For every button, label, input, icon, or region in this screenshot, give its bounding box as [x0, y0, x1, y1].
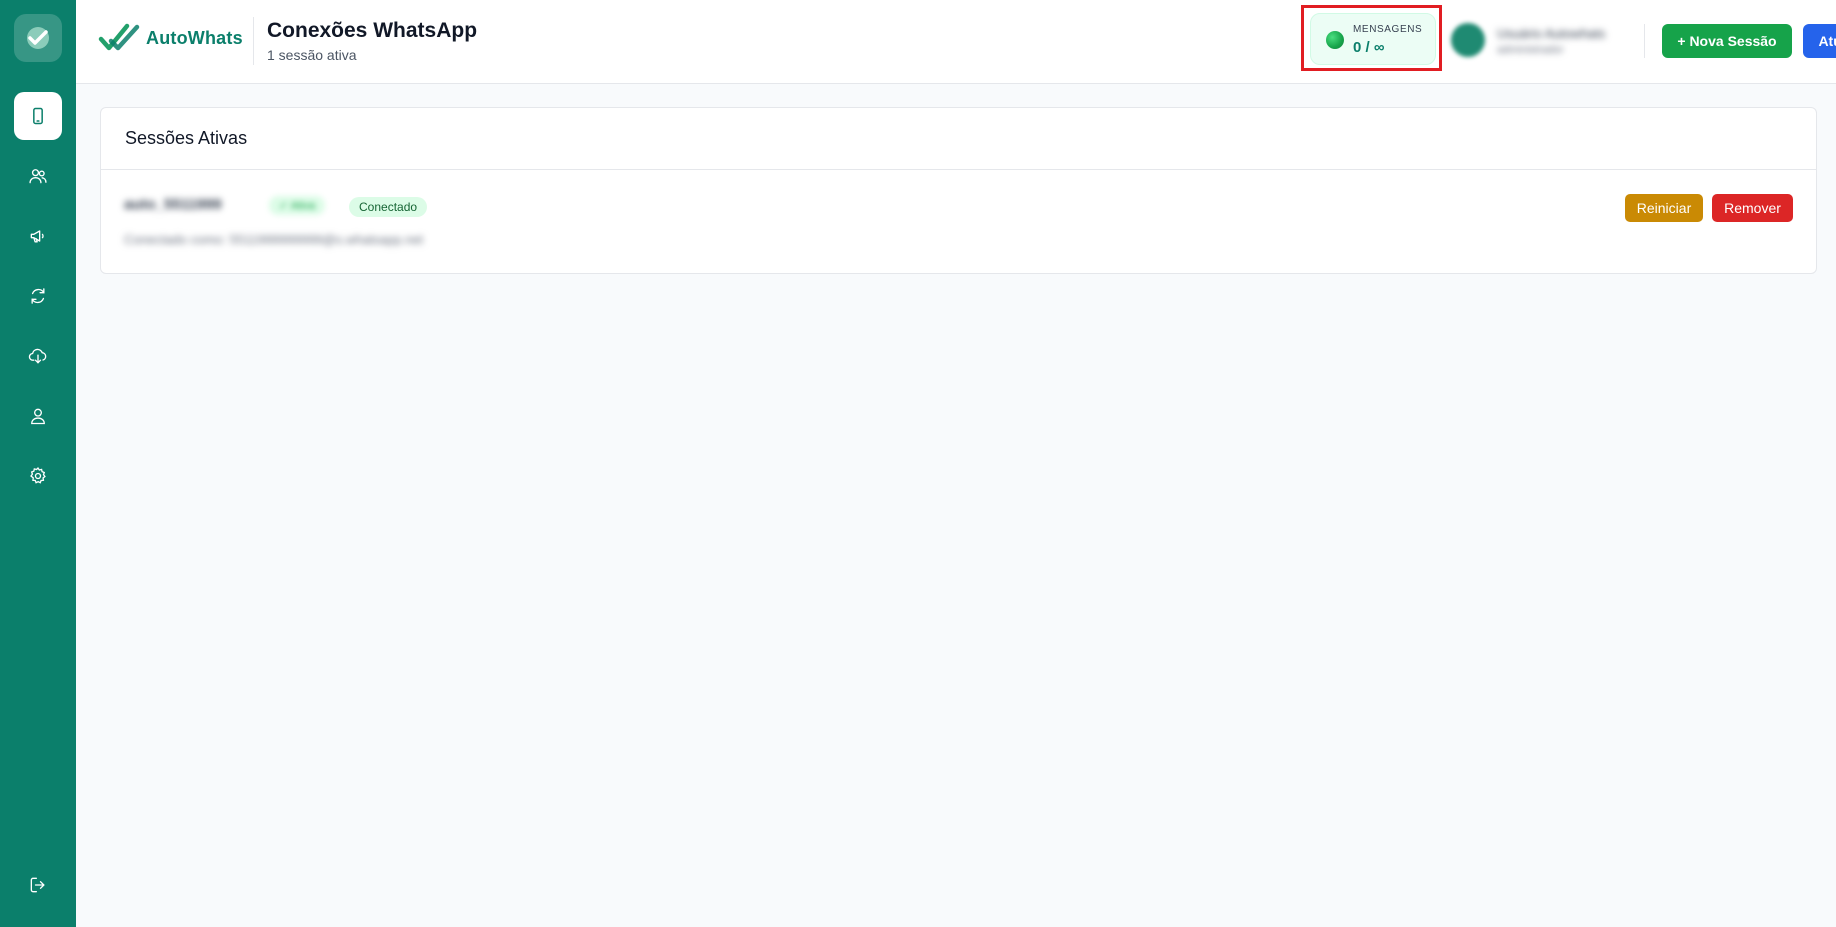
status-badge: Conectado: [349, 197, 428, 217]
megaphone-icon: [30, 230, 44, 243]
brand-logo[interactable]: AutoWhats: [98, 22, 243, 54]
avatar[interactable]: [1451, 23, 1485, 57]
users-icon: [29, 169, 47, 184]
sidebar: [0, 0, 76, 927]
user-name: Usuário Autowhats: [1497, 26, 1606, 41]
sidebar-item-campaigns[interactable]: [14, 212, 62, 260]
sessions-card: Sessões Ativas auto_5511999 ✓ Ativa Cone…: [100, 107, 1817, 274]
sidebar-item-backup[interactable]: [14, 332, 62, 380]
session-tag: ✓ Ativa: [269, 196, 326, 215]
phone-icon: [33, 107, 43, 125]
sidebar-item-profile[interactable]: [14, 392, 62, 440]
brand-name: AutoWhats: [146, 27, 243, 48]
user-role: administrador: [1497, 44, 1564, 56]
app-logo[interactable]: [14, 14, 62, 62]
user-icon: [31, 408, 45, 425]
logout-button[interactable]: [14, 861, 62, 909]
highlight-box: [1301, 5, 1442, 71]
header-separator: [1644, 24, 1645, 58]
sidebar-nav: [14, 92, 62, 500]
gear-icon: [30, 467, 46, 484]
session-name: auto_5511999: [124, 196, 222, 213]
cloud-download-icon: [28, 348, 47, 364]
sidebar-item-contacts[interactable]: [14, 152, 62, 200]
refresh-button[interactable]: Atualizar: [1803, 24, 1836, 58]
card-divider: [101, 169, 1816, 170]
remove-button[interactable]: Remover: [1712, 194, 1793, 222]
restart-button[interactable]: Reiniciar: [1625, 194, 1703, 222]
new-session-button[interactable]: + Nova Sessão: [1662, 24, 1792, 58]
page-subtitle: 1 sessão ativa: [267, 47, 357, 63]
page-title: Conexões WhatsApp: [267, 19, 478, 42]
sidebar-item-sync[interactable]: [14, 272, 62, 320]
sidebar-item-connections[interactable]: [14, 92, 62, 140]
top-header: AutoWhats Conexões WhatsApp 1 sessão ati…: [76, 0, 1836, 84]
check-logo-icon: [27, 27, 49, 49]
refresh-icon: [31, 288, 45, 304]
sidebar-item-settings[interactable]: [14, 452, 62, 500]
session-description: Conectado como: 5511999999999@s.whatsapp…: [124, 232, 424, 247]
header-divider: [253, 17, 254, 65]
logout-icon: [30, 877, 45, 893]
sessions-title: Sessões Ativas: [125, 128, 248, 148]
double-check-logo-icon: [98, 23, 140, 51]
